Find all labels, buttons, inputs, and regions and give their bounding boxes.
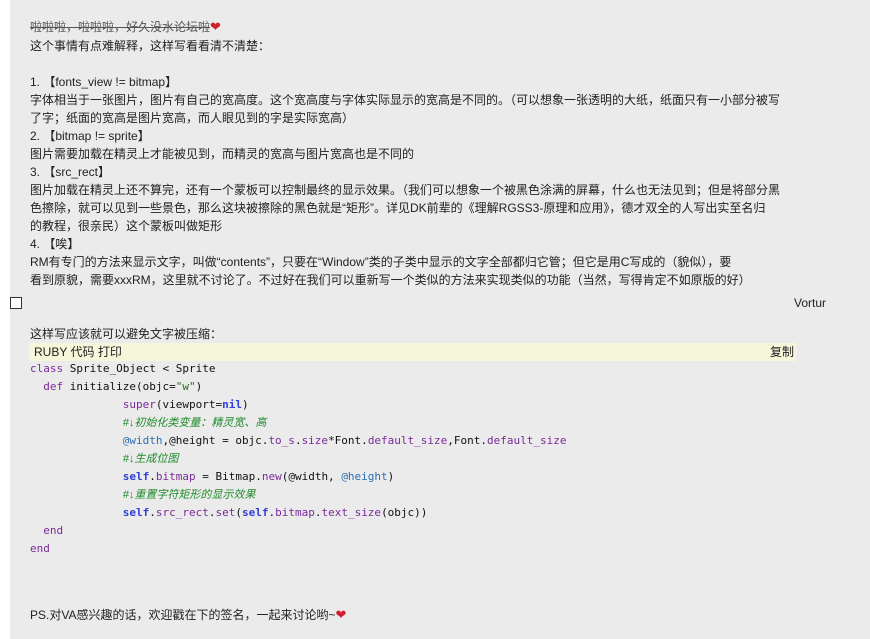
code-line-11: end (30, 540, 50, 558)
print-link[interactable]: 打印 (98, 345, 122, 359)
item-4-heading: 4. 【唉】 (30, 237, 80, 251)
code-block-header: RUBY 代码 打印 复制 (29, 343, 796, 361)
code-line-8: #↓重置字符矩形的显示效果 (30, 486, 256, 504)
code-text: ) (241, 398, 249, 411)
copy-link[interactable]: 复制 (770, 343, 794, 361)
code-text: *Font. (328, 434, 368, 447)
item-3-body-line-1: 图片加载在精灵上还不算完，还有一个蒙板可以控制最终的显示效果。（我们可以想象一个… (30, 183, 781, 197)
code-method: default_size (487, 434, 567, 447)
signature-text: PS.对VA感兴趣的话，欢迎戳在下的签名，一起来讨论哟~ (30, 608, 336, 622)
code-text: (@width, (281, 470, 342, 483)
code-comment: #↓重置字符矩形的显示效果 (122, 489, 256, 501)
code-method: to_s (268, 434, 295, 447)
code-self: self (122, 506, 150, 519)
code-language: RUBY 代码 (34, 345, 95, 359)
code-text: . (149, 470, 156, 483)
code-text: (viewport= (155, 398, 223, 411)
code-line-1: class Sprite_Object < Sprite (30, 360, 215, 378)
code-line-2: def initialize(objc="w") (30, 378, 202, 396)
code-keyword: super (122, 398, 156, 411)
code-method: new (261, 470, 282, 483)
item-3-heading: 3. 【src_rect】 (30, 165, 111, 179)
code-line-6: #↓生成位图 (30, 450, 179, 468)
code-line-9: self.src_rect.set(self.bitmap.text_size(… (30, 504, 428, 522)
code-text: ,@height = objc. (162, 434, 269, 447)
code-method: bitmap (155, 470, 196, 483)
code-text: Sprite_Object < Sprite (63, 362, 216, 375)
heart-icon: ❤ (210, 19, 221, 34)
code-self: self (241, 506, 269, 519)
code-text: . (149, 506, 156, 519)
code-line-5: @width,@height = objc.to_s.size*Font.def… (30, 432, 567, 450)
broken-image-icon[interactable] (10, 297, 22, 309)
code-comment: #↓初始化类变量：精灵宽、高 (122, 417, 267, 429)
code-method: bitmap (275, 506, 315, 519)
code-string: "w" (175, 380, 196, 393)
code-ivar: @width (122, 434, 163, 447)
code-text: initialize(objc= (63, 380, 176, 393)
heart-icon: ❤ (335, 607, 347, 622)
code-method: default_size (367, 434, 448, 447)
code-text: ) (195, 380, 203, 393)
item-1-body-line-1: 字体相当于一张图片，图片有自己的宽高度。这个宽高度与字体实际显示的宽高是不同的。… (30, 93, 781, 107)
code-method: text_size (321, 506, 382, 519)
item-4-body-line-1: RM有专门的方法来显示文字，叫做“contents”，只要在“Window”类的… (30, 255, 732, 269)
code-text: = Bitmap. (195, 470, 262, 483)
code-keyword: end (30, 542, 50, 555)
code-line-3: super(viewport=nil) (30, 396, 249, 414)
image-alt-text: Vortur (794, 296, 827, 310)
code-self: self (122, 470, 150, 483)
code-keyword: end (43, 524, 64, 537)
item-3-body-line-3: 的教程，很亲民）这个蒙板叫做矩形 (30, 219, 223, 233)
intro-line-1: 啦啦啦，啦啦啦，好久没水论坛啦❤ (30, 18, 221, 36)
code-text: (objc)) (381, 506, 428, 519)
item-1-heading: 1. 【fonts_view != bitmap】 (30, 75, 178, 89)
item-3-body-line-2: 色擦除，就可以见到一些景色，那么这块被擦除的黑色就是“矩形”。详见DK前辈的《理… (30, 201, 766, 215)
code-method: size (301, 434, 329, 447)
item-4-body-line-2: 看到原貌，需要xxxRM，这里就不讨论了。不过好在我们可以重新写一个类似的方法来… (30, 273, 751, 287)
code-keyword: def (43, 380, 64, 393)
code-language-label: RUBY 代码 打印 (34, 343, 122, 361)
code-line-4: #↓初始化类变量：精灵宽、高 (30, 414, 267, 432)
code-text: ( (235, 506, 242, 519)
intro-strike-text: 啦啦啦，啦啦啦，好久没水论坛啦 (30, 20, 211, 34)
code-method: set (215, 506, 236, 519)
code-method: src_rect (155, 506, 209, 519)
summary-line: 这样写应该就可以避免文字被压缩： (30, 327, 223, 341)
code-nil: nil (222, 398, 242, 411)
code-keyword: class (30, 362, 64, 375)
item-2-body-line-1: 图片需要加载在精灵上才能被见到，而精灵的宽高与图片宽高也是不同的 (30, 147, 415, 161)
code-text: ,Font. (447, 434, 488, 447)
intro-line-2: 这个事情有点难解释，这样写看看清不清楚： (30, 39, 271, 53)
item-2-heading: 2. 【bitmap != sprite】 (30, 129, 150, 143)
item-1-body-line-2: 了字；纸面的宽高是图片宽高，而人眼见到的字是实际宽高） (30, 111, 355, 125)
signature-line: PS.对VA感兴趣的话，欢迎戳在下的签名，一起来讨论哟~❤ (30, 606, 346, 624)
code-text: . (294, 434, 302, 447)
code-line-7: self.bitmap = Bitmap.new(@width, @height… (30, 468, 395, 486)
code-comment: #↓生成位图 (122, 453, 179, 465)
code-ivar: @height (341, 470, 388, 483)
code-line-10: end (30, 522, 63, 540)
code-text: ) (387, 470, 395, 483)
